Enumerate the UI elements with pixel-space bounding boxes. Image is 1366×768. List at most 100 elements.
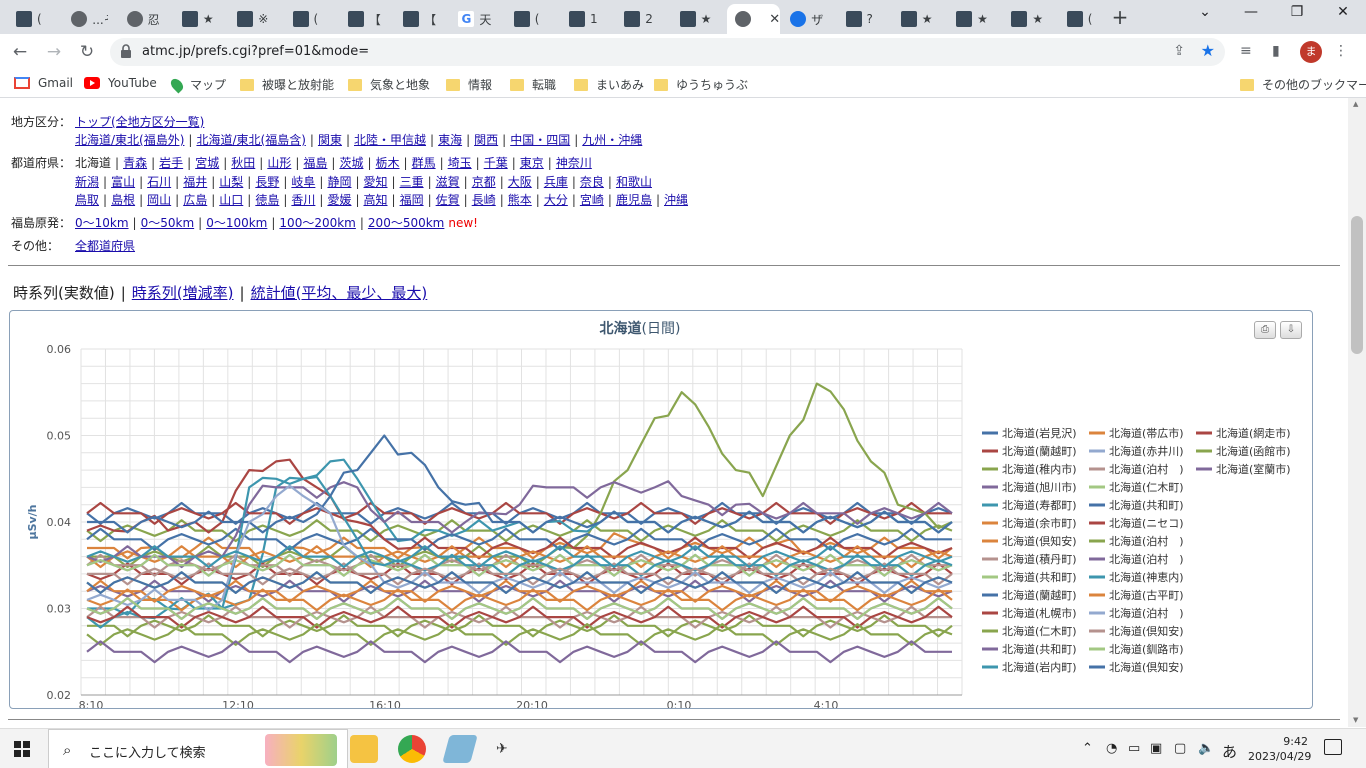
bookmark-item[interactable]: YouTube — [84, 76, 157, 90]
clock[interactable]: 9:42 2023/04/29 — [1248, 734, 1311, 764]
maximize-button[interactable]: ❐ — [1282, 4, 1312, 20]
profile-avatar[interactable]: ま — [1300, 41, 1322, 63]
pref-link[interactable]: 静岡 — [327, 175, 351, 189]
pref-link[interactable]: 佐賀 — [436, 193, 460, 207]
browser-tab[interactable]: ※ — [229, 4, 282, 34]
file-explorer-icon[interactable] — [350, 735, 378, 763]
pref-link[interactable]: 滋賀 — [436, 175, 460, 189]
pref-link[interactable]: 大分 — [544, 193, 568, 207]
pref-link[interactable]: 宮城 — [195, 156, 219, 170]
forward-button[interactable]: → — [42, 40, 66, 64]
network-icon[interactable]: ▢ — [1174, 741, 1186, 756]
bookmark-item[interactable]: ゆうちゅうぶ — [654, 76, 748, 93]
bookmark-item[interactable]: まいあみ — [574, 76, 644, 93]
pref-link[interactable]: 愛媛 — [327, 193, 351, 207]
browser-tab[interactable]: ( — [8, 4, 61, 34]
browser-tab[interactable]: ( — [285, 4, 338, 34]
fukushima-link[interactable]: 100〜200km — [279, 216, 355, 230]
region-link[interactable]: 東海 — [438, 133, 462, 147]
pref-link[interactable]: 福岡 — [400, 193, 424, 207]
browser-tab[interactable]: ✕ — [726, 4, 781, 34]
pref-link[interactable]: 秋田 — [231, 156, 255, 170]
notification-icon[interactable] — [1324, 739, 1342, 755]
side-panel-icon[interactable]: ▮ — [1272, 43, 1280, 59]
pref-link[interactable]: 広島 — [183, 193, 207, 207]
tray-icon-3[interactable]: ▣ — [1150, 741, 1162, 756]
pref-link[interactable]: 長崎 — [472, 193, 496, 207]
browser-tab[interactable]: 【 — [395, 4, 448, 34]
fukushima-link[interactable]: 0〜10km — [75, 216, 129, 230]
browser-tab[interactable]: ザ — [782, 4, 835, 34]
browser-tab[interactable]: ★ — [893, 4, 946, 34]
print-chart-button[interactable]: ⎙ — [1254, 321, 1276, 339]
browser-tab[interactable]: 【 — [340, 4, 393, 34]
pref-link[interactable]: 奈良 — [580, 175, 604, 189]
bookmark-item[interactable]: マップ — [168, 76, 226, 93]
pref-link[interactable]: 神奈川 — [556, 156, 592, 170]
bookmark-star-icon[interactable]: ★ — [1201, 41, 1215, 60]
fukushima-link[interactable]: 0〜50km — [141, 216, 195, 230]
bookmark-item[interactable]: Gmail — [14, 76, 73, 90]
browser-tab[interactable]: ★ — [672, 4, 725, 34]
pref-link[interactable]: 三重 — [400, 175, 424, 189]
chrome-icon[interactable] — [398, 735, 426, 763]
fukushima-link[interactable]: 200〜500km — [368, 216, 444, 230]
browser-tab[interactable]: 忍 — [119, 4, 172, 34]
pref-link[interactable]: 宮崎 — [580, 193, 604, 207]
search-placeholder[interactable]: ここに入力して検索 — [89, 742, 206, 761]
pref-link[interactable]: 福島 — [303, 156, 327, 170]
reload-button[interactable]: ↻ — [75, 40, 99, 64]
region-link[interactable]: 北陸・甲信越 — [354, 133, 426, 147]
mode-link-rate[interactable]: 時系列(増減率) — [132, 284, 234, 302]
pref-link[interactable]: 茨城 — [339, 156, 363, 170]
pref-link[interactable]: 鳥取 — [75, 193, 99, 207]
region-link[interactable]: 九州・沖縄 — [582, 133, 642, 147]
bookmark-item[interactable]: 転職 — [510, 76, 556, 93]
pref-link[interactable]: 岡山 — [147, 193, 171, 207]
pref-link[interactable]: 埼玉 — [448, 156, 472, 170]
bookmark-item[interactable]: その他のブックマーク — [1240, 76, 1366, 93]
back-button[interactable]: ← — [8, 40, 32, 64]
pref-link[interactable]: 京都 — [472, 175, 496, 189]
region-link[interactable]: 中国・四国 — [510, 133, 570, 147]
pref-link[interactable]: 高知 — [364, 193, 388, 207]
pref-link[interactable]: 群馬 — [412, 156, 436, 170]
pref-link[interactable]: 兵庫 — [544, 175, 568, 189]
bookmark-item[interactable]: 気象と地象 — [348, 76, 430, 93]
page-scrollbar[interactable]: ▲ ▼ — [1348, 98, 1366, 727]
scrollbar-thumb[interactable] — [1351, 216, 1363, 354]
pref-link[interactable]: 熊本 — [508, 193, 532, 207]
address-bar[interactable]: atmc.jp/prefs.cgi?pref=01&mode= ⇪ ★ — [110, 38, 1225, 66]
pref-link[interactable]: 新潟 — [75, 175, 99, 189]
pref-link[interactable]: 和歌山 — [616, 175, 652, 189]
tray-icon-2[interactable]: ▭ — [1128, 741, 1140, 756]
region-top-link[interactable]: トップ(全地方区分一覧) — [75, 113, 204, 130]
browser-tab[interactable]: ★ — [948, 4, 1001, 34]
pref-link[interactable]: 石川 — [147, 175, 171, 189]
region-link[interactable]: 北海道/東北(福島外) — [75, 133, 184, 147]
browser-tab[interactable]: 2 — [616, 4, 669, 34]
tray-icon-1[interactable]: ◔ — [1106, 741, 1117, 756]
menu-icon[interactable]: ⋮ — [1334, 43, 1348, 59]
pref-link[interactable]: 岐阜 — [291, 175, 315, 189]
new-tab-button[interactable]: + — [1108, 5, 1132, 29]
pref-link[interactable]: 大阪 — [508, 175, 532, 189]
taskbar-search[interactable]: ⌕ ここに入力して検索 — [48, 729, 348, 768]
airplane-icon[interactable]: ✈ — [496, 735, 524, 763]
pref-link[interactable]: 長野 — [255, 175, 279, 189]
scroll-down-icon[interactable]: ▼ — [1353, 716, 1358, 724]
browser-tab[interactable]: 1 — [561, 4, 614, 34]
pref-link[interactable]: 青森 — [123, 156, 147, 170]
bookmark-item[interactable]: 被曝と放射能 — [240, 76, 334, 93]
fukushima-link[interactable]: 0〜100km — [206, 216, 267, 230]
app-icon[interactable] — [442, 735, 478, 763]
volume-icon[interactable]: 🔈 — [1198, 741, 1214, 756]
region-link[interactable]: 関西 — [474, 133, 498, 147]
pref-link[interactable]: 福井 — [183, 175, 207, 189]
pref-link[interactable]: 富山 — [111, 175, 135, 189]
minimize-button[interactable]: — — [1236, 4, 1266, 20]
browser-tab[interactable]: ...そ — [63, 4, 116, 34]
pref-link[interactable]: 東京 — [520, 156, 544, 170]
windows-start-icon[interactable] — [14, 741, 30, 757]
browser-tab[interactable]: ? — [838, 4, 891, 34]
